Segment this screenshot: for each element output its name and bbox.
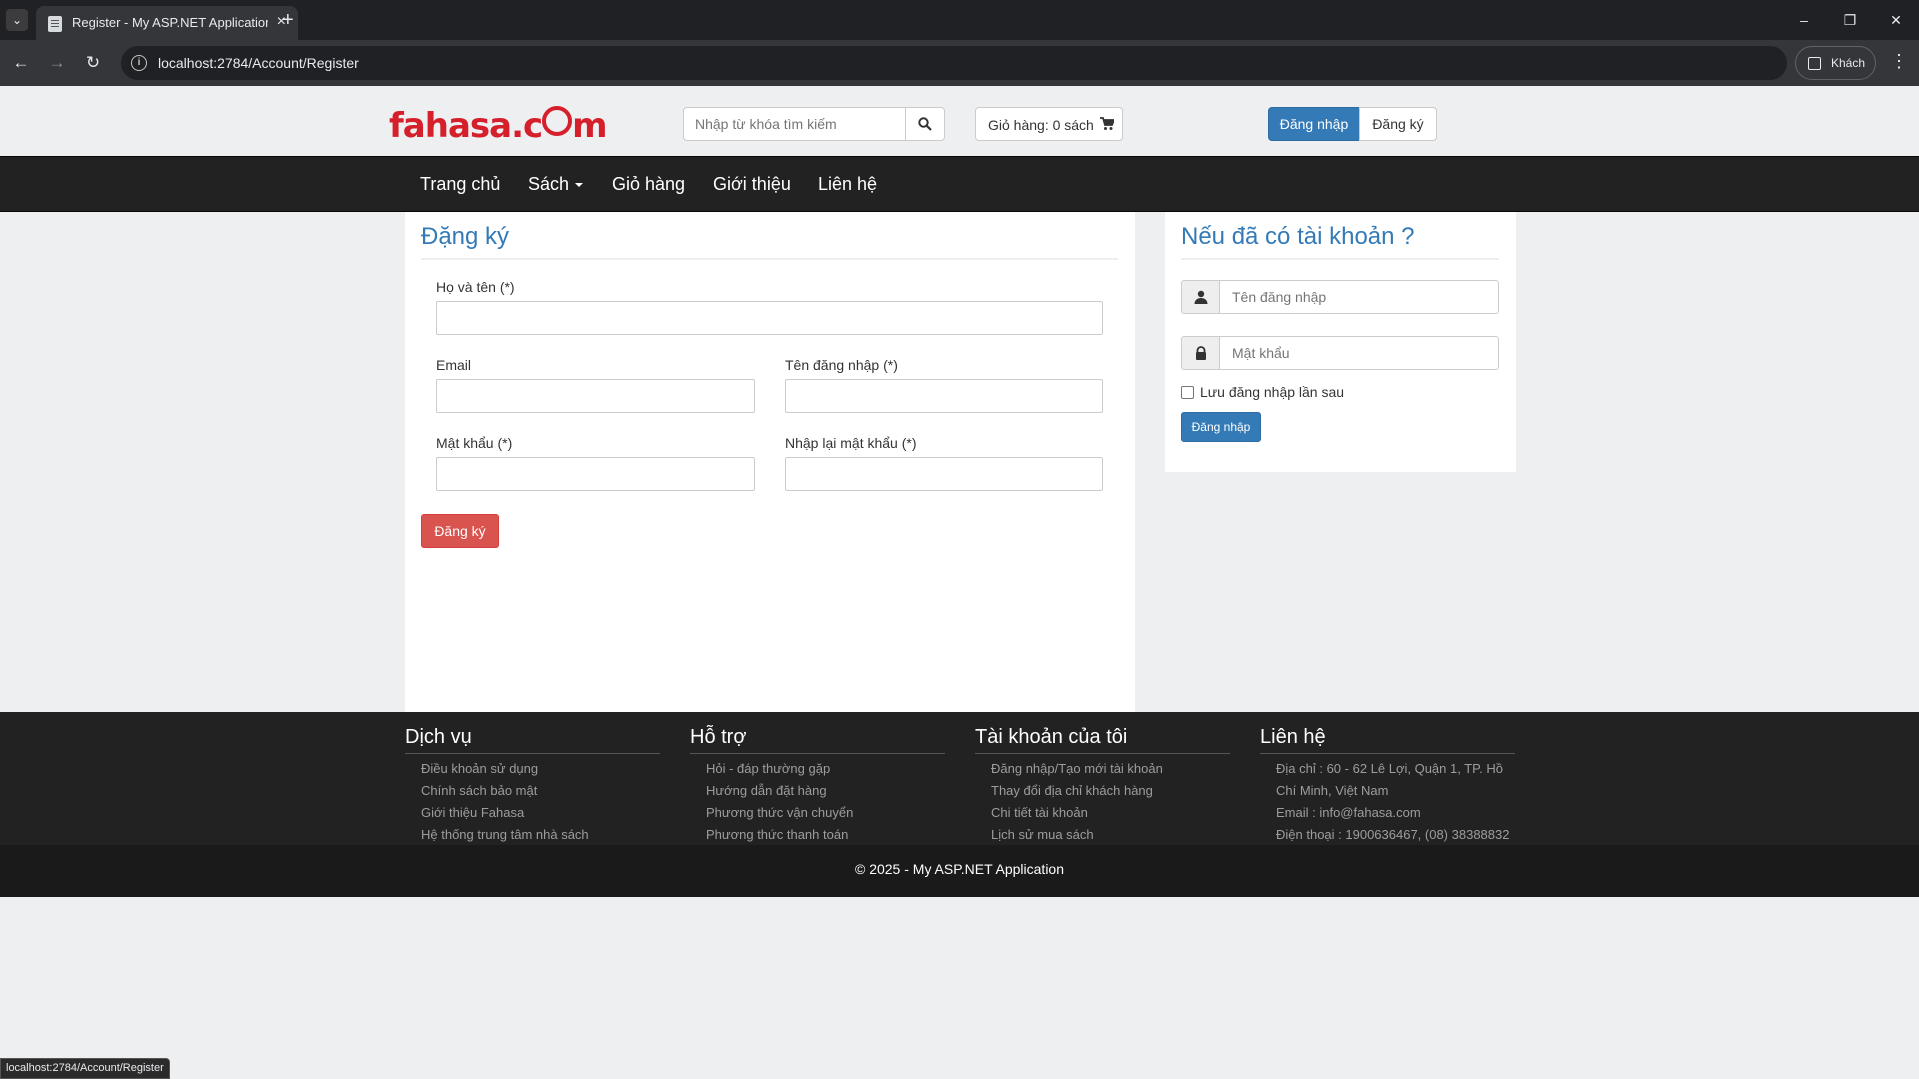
fullname-label: Họ và tên (*) bbox=[436, 279, 515, 295]
minimize-icon[interactable]: – bbox=[1781, 0, 1827, 40]
footer-heading: Tài khoản của tôi bbox=[975, 726, 1230, 754]
new-tab-icon[interactable]: + bbox=[282, 9, 294, 32]
site-header: fahasa.c m Giỏ hàng: 0 sách Đăng nhập Đăn… bbox=[0, 86, 1919, 156]
confirm-password-label: Nhập lại mật khẩu (*) bbox=[785, 435, 917, 451]
url-text[interactable]: localhost:2784/Account/Register bbox=[158, 55, 359, 71]
footer-col-services: Dịch vụ Điều khoản sử dụng Chính sách bả… bbox=[405, 726, 660, 846]
footer-contact-phone: Điện thoại : 1900636467, (08) 38388832 bbox=[1276, 827, 1510, 842]
username-label: Tên đăng nhập (*) bbox=[785, 357, 898, 373]
search-input[interactable] bbox=[683, 107, 906, 141]
fahasa-logo[interactable]: fahasa.c m bbox=[389, 106, 608, 146]
remember-me[interactable]: Lưu đăng nhập lần sau bbox=[1181, 384, 1344, 400]
more-menu-icon[interactable]: ⋮ bbox=[1890, 51, 1908, 72]
page-favicon-icon bbox=[48, 16, 62, 32]
footer-link[interactable]: Lịch sử mua sách bbox=[991, 824, 1230, 846]
forward-icon[interactable]: → bbox=[45, 51, 69, 75]
tab-title: Register - My ASP.NET Application bbox=[72, 15, 268, 30]
register-panel: Đặng ký Họ và tên (*) Email Tên đăng nhậ… bbox=[405, 212, 1135, 712]
title-divider bbox=[1181, 258, 1499, 260]
footer-col-account: Tài khoản của tôi Đăng nhập/Tạo mới tài … bbox=[975, 726, 1230, 846]
caret-down-icon bbox=[575, 183, 584, 188]
title-divider bbox=[421, 258, 1118, 260]
password-input[interactable] bbox=[436, 457, 755, 491]
profile-icon bbox=[1808, 57, 1821, 70]
lock-icon bbox=[1196, 346, 1206, 360]
nav-item-cart[interactable]: Giỏ hàng bbox=[612, 174, 685, 195]
nav-item-books[interactable]: Sách bbox=[528, 174, 584, 195]
main-navbar: Trang chủ Sách Giỏ hàng Giới thiệu Liên … bbox=[0, 156, 1919, 212]
address-bar[interactable]: i localhost:2784/Account/Register bbox=[121, 46, 1787, 80]
login-username-group bbox=[1181, 280, 1499, 314]
site-footer: Dịch vụ Điều khoản sử dụng Chính sách bả… bbox=[0, 712, 1919, 845]
back-icon[interactable]: ← bbox=[9, 51, 33, 75]
username-input[interactable] bbox=[785, 379, 1103, 413]
footer-link[interactable]: Chính sách bảo mật bbox=[421, 780, 660, 802]
login-submit-button[interactable]: Đăng nhập bbox=[1181, 412, 1261, 442]
page-content: fahasa.c m Giỏ hàng: 0 sách Đăng nhập Đăn… bbox=[0, 86, 1919, 1079]
nav-item-home[interactable]: Trang chủ bbox=[420, 174, 500, 195]
footer-link[interactable]: Chi tiết tài khoản bbox=[991, 802, 1230, 824]
footer-col-support: Hỗ trợ Hỏi - đáp thường gặp Hướng dẫn đặ… bbox=[690, 726, 945, 846]
window-controls: – ❐ ✕ bbox=[1781, 0, 1919, 40]
copyright-text: © 2025 - My ASP.NET Application bbox=[854, 861, 1065, 877]
logo-mascot-icon bbox=[542, 106, 573, 136]
browser-tab[interactable]: Register - My ASP.NET Application × bbox=[36, 6, 298, 40]
restore-icon[interactable]: ❐ bbox=[1827, 0, 1873, 40]
footer-link[interactable]: Giới thiệu Fahasa bbox=[421, 802, 660, 824]
search-button[interactable] bbox=[905, 107, 945, 141]
copyright-bar: © 2025 - My ASP.NET Application bbox=[0, 845, 1919, 897]
header-register-button[interactable]: Đăng ký bbox=[1359, 107, 1437, 141]
cart-label: Giỏ hàng: 0 sách bbox=[988, 117, 1094, 133]
nav-item-about[interactable]: Giới thiệu bbox=[713, 174, 791, 195]
password-addon bbox=[1181, 336, 1220, 370]
tab-search-icon[interactable]: ⌄ bbox=[6, 9, 28, 31]
remember-label: Lưu đăng nhập lần sau bbox=[1200, 384, 1345, 400]
browser-tab-bar: ⌄ Register - My ASP.NET Application × + … bbox=[0, 0, 1919, 40]
remember-checkbox[interactable] bbox=[1181, 386, 1194, 399]
email-label: Email bbox=[436, 357, 472, 373]
status-bar-url: localhost:2784/Account/Register bbox=[0, 1058, 170, 1079]
site-info-icon[interactable]: i bbox=[131, 55, 147, 71]
footer-link[interactable]: Đăng nhập/Tạo mới tài khoản bbox=[991, 758, 1230, 780]
register-title: Đặng ký bbox=[421, 223, 510, 250]
footer-link[interactable]: Hướng dẫn đặt hàng bbox=[706, 780, 945, 802]
footer-heading: Hỗ trợ bbox=[690, 726, 945, 754]
profile-label: Khách bbox=[1831, 56, 1866, 70]
footer-link[interactable]: Phương thức thanh toán bbox=[706, 824, 945, 846]
footer-heading: Liên hệ bbox=[1260, 726, 1515, 754]
profile-button[interactable]: Khách bbox=[1795, 46, 1876, 80]
login-title: Nếu đã có tài khoản ? bbox=[1181, 223, 1415, 250]
nav-item-books-label: Sách bbox=[528, 174, 570, 194]
footer-link[interactable]: Phương thức vận chuyển bbox=[706, 802, 945, 824]
reload-icon[interactable]: ↻ bbox=[81, 51, 105, 75]
login-username-input[interactable] bbox=[1219, 280, 1499, 314]
cart-button[interactable]: Giỏ hàng: 0 sách bbox=[975, 107, 1123, 141]
login-panel: Nếu đã có tài khoản ? Lưu đăng nhập lần bbox=[1165, 212, 1516, 472]
header-login-button[interactable]: Đăng nhập bbox=[1268, 107, 1360, 141]
footer-link[interactable]: Hỏi - đáp thường gặp bbox=[706, 758, 945, 780]
footer-link[interactable]: Hệ thống trung tâm nhà sách bbox=[421, 824, 660, 846]
close-window-icon[interactable]: ✕ bbox=[1873, 0, 1919, 40]
register-submit-button[interactable]: Đăng ký bbox=[421, 514, 499, 548]
footer-heading: Dịch vụ bbox=[405, 726, 660, 754]
shopping-cart-icon bbox=[1100, 117, 1114, 130]
browser-toolbar: ← → ↻ i localhost:2784/Account/Register … bbox=[0, 40, 1919, 86]
username-addon bbox=[1181, 280, 1220, 314]
fullname-input[interactable] bbox=[436, 301, 1103, 335]
footer-contact-address: Địa chỉ : 60 - 62 Lê Lợi, Quận 1, TP. Hồ… bbox=[1276, 761, 1504, 798]
logo-text: fahasa.c bbox=[389, 106, 543, 146]
footer-col-contact: Liên hệ Địa chỉ : 60 - 62 Lê Lợi, Quận 1… bbox=[1260, 726, 1515, 846]
logo-text-end: m bbox=[572, 106, 607, 146]
footer-contact-email: Email : info@fahasa.com bbox=[1276, 805, 1421, 820]
search-icon bbox=[918, 117, 932, 131]
login-password-input[interactable] bbox=[1219, 336, 1499, 370]
user-icon bbox=[1194, 290, 1208, 304]
confirm-password-input[interactable] bbox=[785, 457, 1103, 491]
email-input[interactable] bbox=[436, 379, 755, 413]
nav-item-contact[interactable]: Liên hệ bbox=[818, 174, 877, 195]
footer-link[interactable]: Thay đổi địa chỉ khách hàng bbox=[991, 780, 1230, 802]
login-password-group bbox=[1181, 336, 1499, 370]
footer-link[interactable]: Điều khoản sử dụng bbox=[421, 758, 660, 780]
password-label: Mật khẩu (*) bbox=[436, 435, 513, 451]
